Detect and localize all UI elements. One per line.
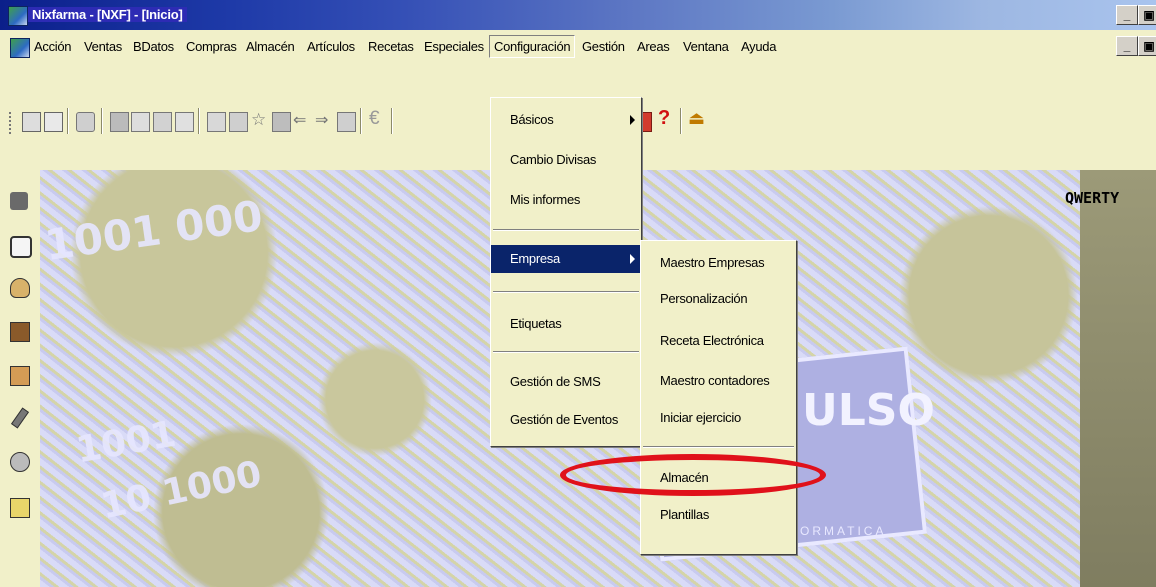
title-bar: Nixfarma - [NXF] - [Inicio] _ ▣ — [0, 0, 1156, 30]
users-icon[interactable] — [10, 452, 30, 472]
menu-item-gestion-eventos[interactable]: Gestión de Eventos — [491, 406, 641, 434]
report-icon[interactable] — [110, 112, 129, 132]
background-digits-mid: 1001 — [73, 413, 180, 472]
menu-item-mis-informes[interactable]: Mis informes — [491, 186, 641, 214]
menu-ventas[interactable]: Ventas — [84, 39, 122, 54]
background-digits-top: 1001 000 — [41, 190, 266, 271]
minimize-button[interactable]: _ — [1116, 5, 1138, 25]
toolbar-separator — [680, 108, 682, 134]
menu-item-label: Básicos — [510, 112, 554, 127]
toolbar-separator — [101, 108, 103, 134]
background-right-panel — [1080, 170, 1156, 587]
app-logo-icon — [8, 6, 28, 26]
menu-item-plantillas[interactable]: Plantillas — [641, 501, 796, 529]
toolbar-separator — [198, 108, 200, 134]
menu-separator — [493, 351, 639, 353]
background-logo-text: ULSO — [802, 385, 935, 436]
upload-icon[interactable]: ⏏ — [688, 108, 705, 128]
menu-almacen[interactable]: Almacén — [246, 39, 295, 54]
menu-item-maestro-empresas[interactable]: Maestro Empresas — [641, 249, 796, 277]
checklist-icon[interactable] — [131, 112, 150, 132]
menu-accion[interactable]: Acción — [34, 39, 72, 54]
toolbar-separator — [67, 108, 69, 134]
pencil-icon[interactable] — [10, 407, 30, 429]
app-window: Nixfarma - [NXF] - [Inicio] _ ▣ Acción V… — [0, 0, 1156, 587]
factory-icon[interactable] — [10, 366, 30, 386]
question-mark-icon[interactable]: ? — [658, 107, 675, 129]
menu-separator — [493, 229, 639, 231]
menubar-strip: Acción Ventas BDatos Compras Almacén Art… — [0, 30, 1156, 64]
form-icon[interactable] — [22, 112, 41, 132]
background-digits-bottom: 10 1000 — [97, 453, 266, 528]
annotation-ellipse — [560, 454, 826, 496]
menu-item-basicos[interactable]: Básicos — [491, 106, 641, 134]
printer-icon[interactable] — [10, 498, 30, 518]
configuracion-menu: Básicos Cambio Divisas Mis informes Empr… — [490, 97, 642, 447]
window-title: Nixfarma - [NXF] - [Inicio] — [28, 7, 187, 22]
disk-icon[interactable] — [76, 112, 95, 132]
menu-item-cambio-divisas[interactable]: Cambio Divisas — [491, 146, 641, 174]
toolbar-separator — [360, 108, 362, 134]
menu-gestion[interactable]: Gestión — [582, 39, 625, 54]
menu-articulos[interactable]: Artículos — [307, 39, 355, 54]
arrow-left-icon[interactable]: ⇐ — [293, 110, 310, 129]
menu-compras[interactable]: Compras — [186, 39, 237, 54]
corner-label: QWERTY — [1065, 189, 1120, 207]
document-icon[interactable] — [10, 236, 32, 258]
star-icon[interactable]: ☆ — [251, 110, 268, 129]
toolbar-separator — [391, 108, 393, 134]
menu-item-empresa[interactable]: Empresa — [491, 245, 641, 273]
cash-register-icon[interactable] — [10, 192, 28, 210]
exit-icon[interactable] — [337, 112, 356, 132]
menu-item-iniciar-ejercicio[interactable]: Iniciar ejercicio — [641, 404, 796, 432]
left-toolbar — [0, 170, 40, 587]
submenu-arrow-icon — [630, 254, 635, 264]
menu-bdatos[interactable]: BDatos — [133, 39, 174, 54]
menu-separator — [493, 291, 639, 293]
submenu-arrow-icon — [630, 115, 635, 125]
toolbar-grip-icon — [9, 112, 19, 134]
document-window-icon — [10, 38, 30, 58]
menu-item-etiquetas[interactable]: Etiquetas — [491, 310, 641, 338]
menu-recetas[interactable]: Recetas — [368, 39, 414, 54]
edit-form-icon[interactable] — [44, 112, 63, 132]
restore-button[interactable]: ▣ — [1138, 5, 1156, 25]
menu-item-receta-electronica[interactable]: Receta Electrónica — [641, 327, 796, 355]
door-icon[interactable] — [272, 112, 291, 132]
background-logo-subtext: ORMATICA — [800, 524, 887, 538]
menu-item-maestro-contadores[interactable]: Maestro contadores — [641, 367, 796, 395]
menu-configuracion[interactable]: Configuración — [489, 35, 576, 58]
shopping-cart-icon[interactable] — [10, 322, 30, 342]
menu-item-personalizacion[interactable]: Personalización — [641, 285, 796, 313]
empresa-submenu: Maestro Empresas Personalización Receta … — [640, 240, 797, 555]
doc-minimize-button[interactable]: _ — [1116, 36, 1138, 56]
menu-ayuda[interactable]: Ayuda — [741, 39, 776, 54]
list-icon[interactable] — [207, 112, 226, 132]
arrow-right-icon[interactable]: ⇒ — [315, 110, 332, 129]
person-icon[interactable] — [10, 278, 30, 298]
menu-ventana[interactable]: Ventana — [683, 39, 729, 54]
cancel-doc-icon[interactable] — [153, 112, 172, 132]
table-icon[interactable] — [229, 112, 248, 132]
doc-restore-button[interactable]: ▣ — [1138, 36, 1156, 56]
menu-separator — [643, 446, 794, 448]
menu-especiales[interactable]: Especiales — [424, 39, 484, 54]
euro-icon[interactable]: € — [369, 108, 386, 129]
print-doc-icon[interactable] — [175, 112, 194, 132]
menu-item-label: Empresa — [510, 251, 560, 266]
menu-item-gestion-sms[interactable]: Gestión de SMS — [491, 368, 641, 396]
menu-areas[interactable]: Areas — [637, 39, 670, 54]
